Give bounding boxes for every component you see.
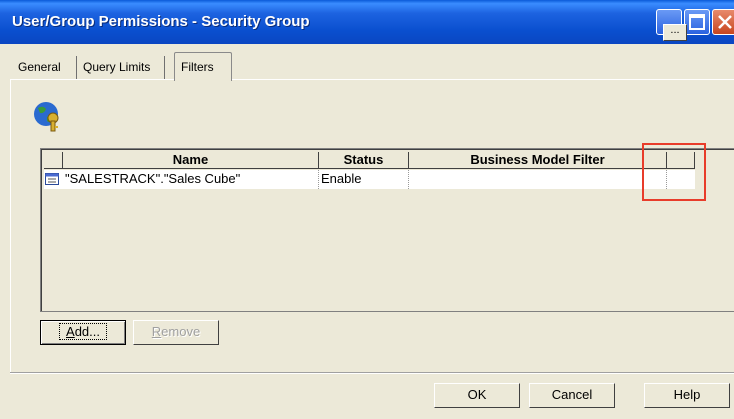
cell-business-model-filter[interactable] <box>409 170 667 189</box>
column-header-status[interactable]: Status <box>319 152 409 169</box>
tab-query-limits[interactable]: Query Limits <box>77 56 165 80</box>
permissions-dialog: User/Group Permissions - Security Group … <box>0 0 734 419</box>
add-button[interactable]: Add... <box>40 320 126 345</box>
column-header-edit <box>667 152 695 169</box>
tab-filters[interactable]: Filters <box>174 52 232 81</box>
edit-filter-button[interactable]: ... <box>663 24 687 41</box>
table-row[interactable]: "SALESTRACK"."Sales Cube" Enable <box>44 170 695 189</box>
close-button[interactable] <box>712 9 734 35</box>
cell-status[interactable]: Enable <box>319 170 409 189</box>
row-header-corner <box>44 152 63 169</box>
remove-button[interactable]: Remove <box>133 320 219 345</box>
cell-name[interactable]: "SALESTRACK"."Sales Cube" <box>63 170 319 189</box>
table-row-icon <box>45 173 59 185</box>
globe-key-icon <box>34 102 59 132</box>
close-icon <box>718 15 732 29</box>
tab-general[interactable]: General <box>12 56 77 80</box>
filters-grid: Name Status Business Model Filter "SALES… <box>40 148 734 312</box>
ok-button[interactable]: OK <box>434 383 520 408</box>
column-header-name[interactable]: Name <box>63 152 319 169</box>
title-bar[interactable]: User/Group Permissions - Security Group <box>0 0 734 44</box>
maximize-button[interactable] <box>684 9 710 35</box>
cancel-button[interactable]: Cancel <box>529 383 615 408</box>
window-title: User/Group Permissions - Security Group <box>12 13 310 30</box>
maximize-icon <box>689 14 705 30</box>
help-button[interactable]: Help <box>644 383 730 408</box>
column-header-business-model-filter[interactable]: Business Model Filter <box>409 152 667 169</box>
separator <box>10 372 734 374</box>
